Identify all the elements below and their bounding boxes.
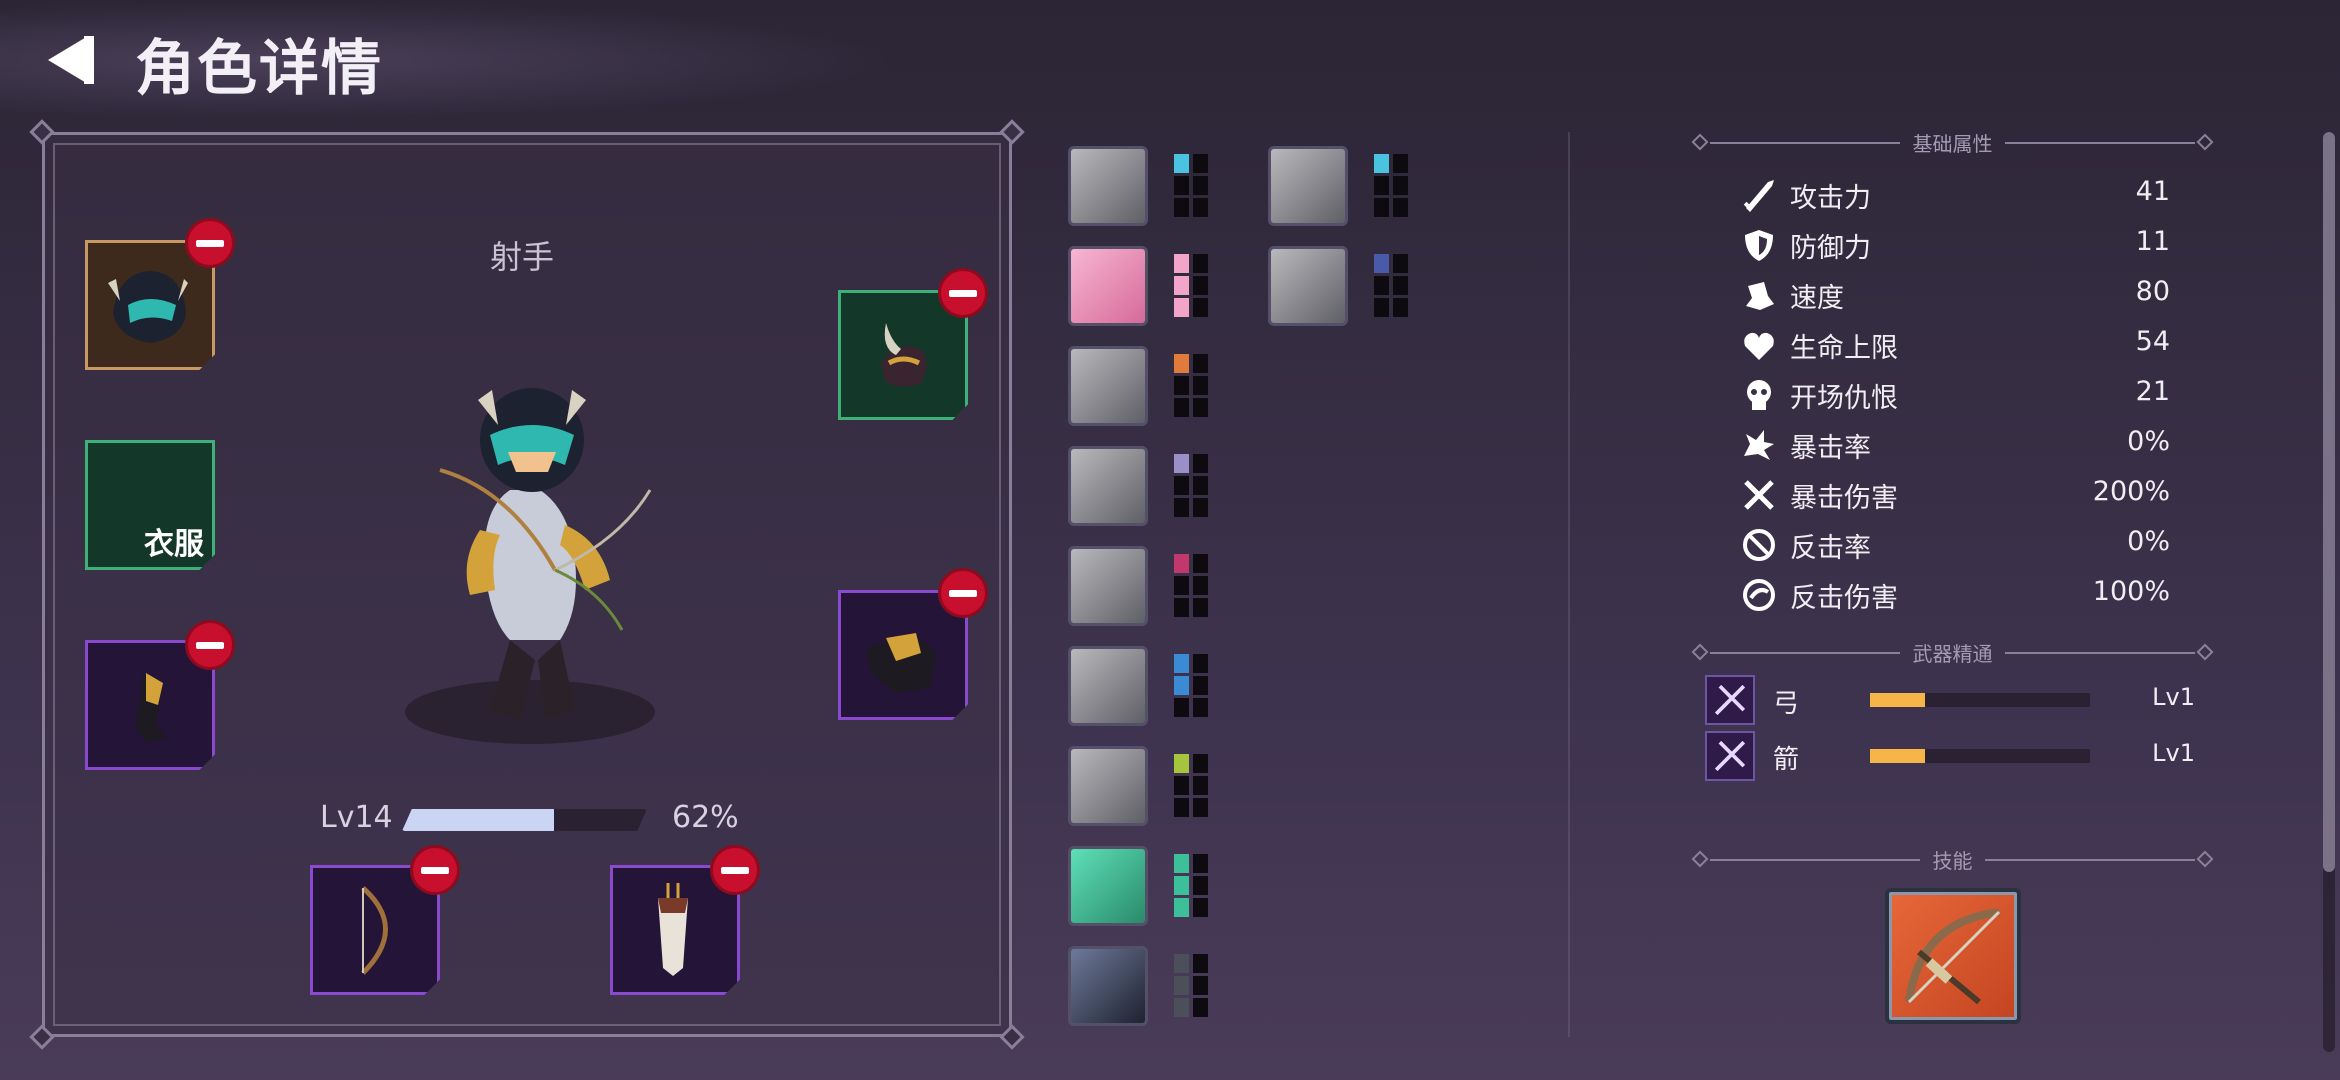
skull-icon — [1747, 380, 1771, 410]
scroll-thumb[interactable] — [2323, 132, 2335, 872]
stat-name: 攻击力 — [1790, 183, 1871, 214]
trait-level-pips — [1174, 654, 1208, 718]
heart-icon — [1744, 332, 1774, 360]
trait-level-pips — [1174, 354, 1208, 418]
stat-name: 防御力 — [1790, 233, 1871, 264]
lightning-orb-icon[interactable] — [1068, 946, 1148, 1026]
remove-shoulder-button[interactable] — [938, 268, 988, 318]
goblin-face-icon[interactable] — [1068, 846, 1148, 926]
stat-value: 200% — [2092, 476, 2170, 507]
stat-row: 攻击力 41 — [1740, 172, 2170, 218]
basic-stats-header: 基础属性 — [1690, 128, 2215, 158]
trait-level-pips — [1174, 754, 1208, 818]
stat-value: 0% — [2127, 426, 2170, 457]
mastery-name: 箭 — [1773, 745, 1800, 775]
stat-row: 开场仇恨 21 — [1740, 372, 2170, 418]
mastery-bar — [1870, 749, 2090, 763]
boot-icon[interactable] — [1068, 246, 1148, 326]
stat-name: 速度 — [1790, 283, 1844, 314]
trait-level-pips — [1174, 154, 1208, 218]
stat-name: 生命上限 — [1790, 333, 1898, 364]
sword-icon — [1743, 180, 1774, 212]
stat-value: 80 — [2135, 276, 2170, 307]
trait-level-pips — [1374, 254, 1408, 318]
scrollbar[interactable] — [2323, 132, 2335, 1052]
skill-slot[interactable] — [1885, 888, 2021, 1024]
stat-value: 21 — [2135, 376, 2170, 407]
stone-fist-icon[interactable] — [1068, 146, 1148, 226]
skills-title: 技能 — [1932, 849, 1973, 873]
boot-speed-icon — [1746, 282, 1774, 310]
stat-row: 生命上限 54 — [1740, 322, 2170, 368]
rain-figure-icon[interactable] — [1068, 346, 1148, 426]
level-row: Lv14 62% — [320, 800, 740, 840]
trait-level-pips — [1174, 854, 1208, 918]
xp-bar — [402, 809, 647, 831]
xp-percent: 62% — [672, 800, 739, 835]
class-name: 射手 — [490, 238, 555, 276]
stat-row: 防御力 11 — [1740, 222, 2170, 268]
mastery-row: 弓 Lv1 — [1705, 675, 2195, 735]
remove-weapon-button[interactable] — [410, 845, 460, 895]
page-title: 角色详情 — [135, 34, 383, 104]
trait-level-pips — [1174, 454, 1208, 518]
panel-divider — [1568, 132, 1570, 1037]
stat-name: 反击伤害 — [1790, 583, 1898, 614]
counter-icon — [1743, 529, 1775, 561]
mastery-level: Lv1 — [2152, 683, 2195, 711]
remove-helmet-button[interactable] — [185, 218, 235, 268]
trait-level-pips — [1174, 954, 1208, 1018]
mastery-row: 箭 Lv1 — [1705, 731, 2195, 791]
back-arrow-icon — [48, 36, 94, 84]
counter-damage-icon — [1743, 579, 1775, 611]
mastery-bar — [1870, 693, 2090, 707]
remove-leg-button[interactable] — [185, 620, 235, 670]
crossed-swords-icon — [1744, 480, 1774, 510]
mastery-header: 武器精通 — [1690, 638, 2215, 668]
mastery-title: 武器精通 — [1912, 642, 1993, 666]
stat-row: 暴击伤害 200% — [1740, 472, 2170, 518]
brawler-icon[interactable] — [1068, 646, 1148, 726]
stat-name: 暴击率 — [1790, 433, 1871, 464]
claw-slash-icon[interactable] — [1068, 546, 1148, 626]
stat-row: 暴击率 0% — [1740, 422, 2170, 468]
stat-value: 41 — [2135, 176, 2170, 207]
skills-header: 技能 — [1690, 845, 2215, 875]
mastery-level: Lv1 — [2152, 739, 2195, 767]
trait-level-pips — [1374, 154, 1408, 218]
stat-name: 暴击伤害 — [1790, 483, 1898, 514]
xp-bar-fill — [402, 809, 554, 831]
knight-icon[interactable] — [1068, 446, 1148, 526]
trait-level-pips — [1174, 254, 1208, 318]
stat-value: 100% — [2092, 576, 2170, 607]
stat-row: 反击伤害 100% — [1740, 572, 2170, 618]
back-button[interactable] — [40, 30, 100, 90]
remove-quiver-button[interactable] — [710, 845, 760, 895]
stat-name: 开场仇恨 — [1790, 383, 1898, 414]
stat-row: 反击率 0% — [1740, 522, 2170, 568]
bow-mastery-icon — [1705, 675, 1755, 725]
flame-spirit-icon[interactable] — [1268, 146, 1348, 226]
armor-slot[interactable]: 衣服 — [85, 440, 215, 570]
basic-stats-title: 基础属性 — [1912, 132, 1993, 156]
hero-portrait — [405, 388, 655, 744]
stat-name: 反击率 — [1790, 533, 1871, 564]
mastery-name: 弓 — [1773, 689, 1800, 719]
stat-value: 11 — [2135, 226, 2170, 257]
stat-row: 速度 80 — [1740, 272, 2170, 318]
trait-level-pips — [1174, 554, 1208, 618]
arrow-mastery-icon — [1705, 731, 1755, 781]
remove-glove-button[interactable] — [938, 568, 988, 618]
crit-burst-icon — [1744, 430, 1774, 460]
level-label: Lv14 — [320, 800, 393, 835]
mastery-bar-fill — [1870, 749, 1925, 763]
shield-icon — [1745, 230, 1773, 261]
bow-skill-icon — [1905, 908, 2001, 1005]
hooded-head-icon[interactable] — [1068, 746, 1148, 826]
stone-claw-icon[interactable] — [1268, 246, 1348, 326]
armor-slot-label: 衣服 — [144, 527, 204, 562]
mastery-bar-fill — [1870, 693, 1925, 707]
stat-value: 0% — [2127, 526, 2170, 557]
stat-value: 54 — [2135, 326, 2170, 357]
